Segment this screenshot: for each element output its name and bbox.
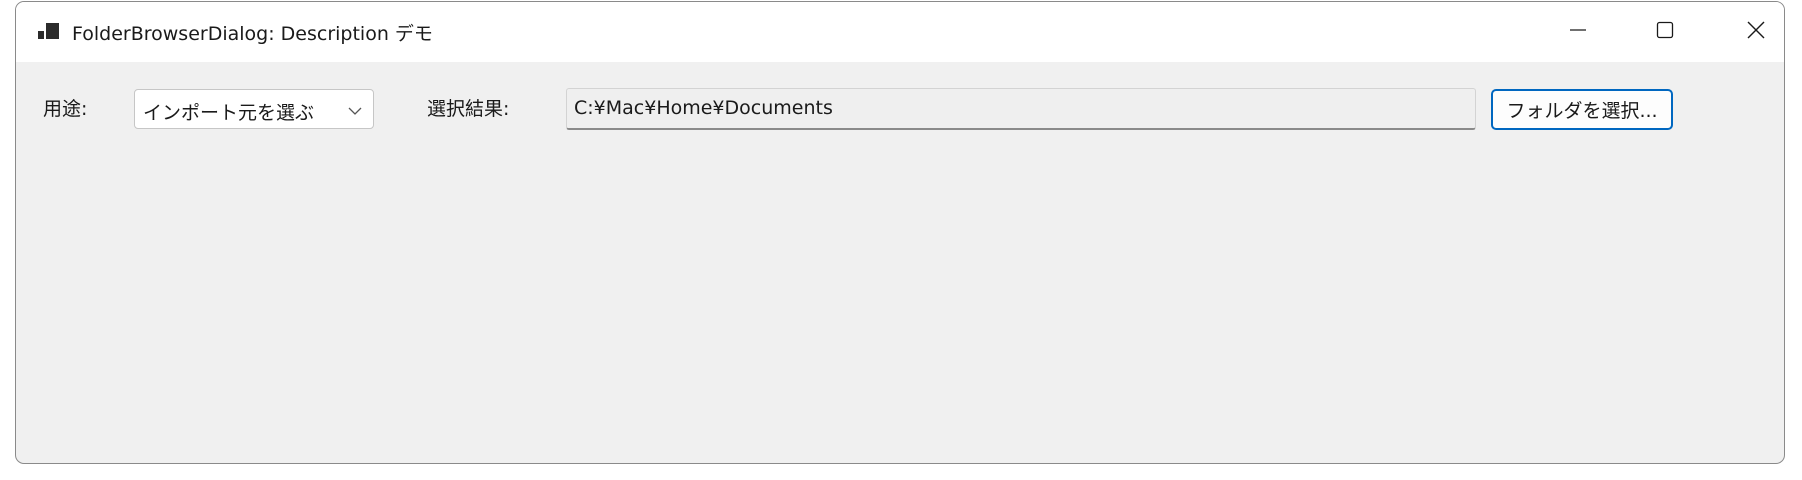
window-title: FolderBrowserDialog: Description デモ	[72, 23, 433, 45]
purpose-combobox[interactable]: インポート元を選ぶ	[134, 89, 374, 129]
maximize-icon	[1656, 21, 1674, 43]
result-path-value: C:¥Mac¥Home¥Documents	[574, 97, 833, 119]
app-window-icon	[38, 23, 60, 41]
close-button[interactable]	[1716, 2, 1784, 62]
maximize-button[interactable]	[1625, 2, 1705, 62]
app-window: FolderBrowserDialog: Description デモ 用途: …	[15, 1, 1785, 464]
chevron-down-icon	[347, 103, 363, 117]
purpose-label: 用途:	[43, 98, 88, 120]
result-label: 選択結果:	[427, 98, 510, 120]
minimize-icon	[1569, 21, 1587, 43]
select-folder-button[interactable]: フォルダを選択...	[1491, 89, 1673, 130]
result-path-field[interactable]: C:¥Mac¥Home¥Documents	[566, 88, 1476, 130]
purpose-selected-value: インポート元を選ぶ	[143, 102, 315, 124]
close-icon	[1746, 20, 1766, 44]
title-bar[interactable]: FolderBrowserDialog: Description デモ	[16, 2, 1784, 62]
minimize-button[interactable]	[1538, 2, 1618, 62]
